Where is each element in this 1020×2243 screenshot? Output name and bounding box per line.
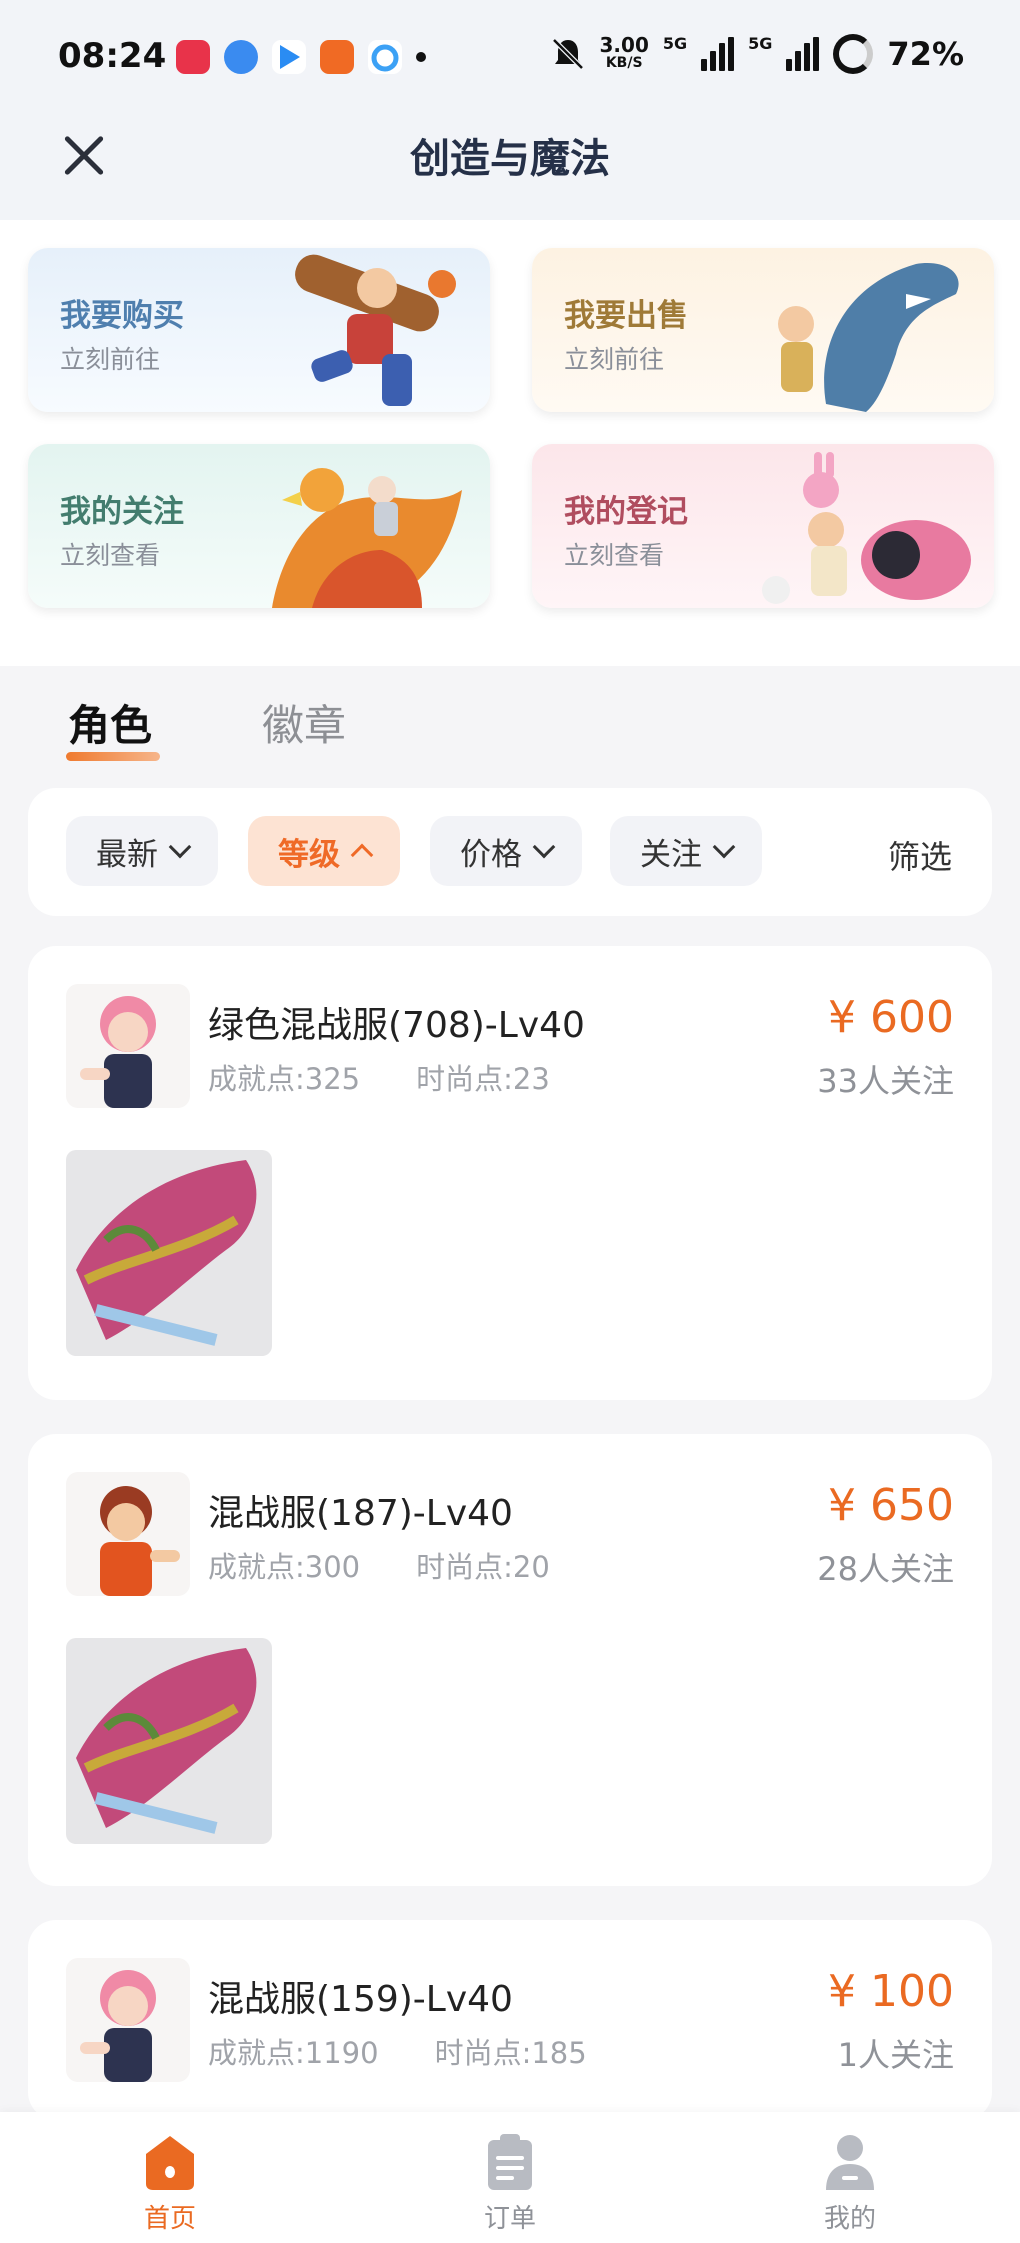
network-type-2: 5G xyxy=(748,34,773,53)
battery-level: 72% xyxy=(887,35,964,73)
net-speed-unit: KB/S xyxy=(605,55,643,71)
fashion-points: 时尚点:20 xyxy=(416,1550,550,1584)
character-avatar xyxy=(66,1958,190,2082)
register-card[interactable]: 我的登记 立刻查看 xyxy=(532,444,994,608)
dragon-badge-thumbnail[interactable] xyxy=(66,1638,272,1844)
sell-card-subtitle: 立刻前往 xyxy=(564,345,665,374)
page-title: 创造与魔法 xyxy=(410,136,610,182)
pets-illustration xyxy=(762,452,971,604)
shark-rider-illustration xyxy=(778,263,959,412)
battery-icon xyxy=(833,34,874,74)
listing-followers: 1人关注 xyxy=(837,2036,954,2074)
taobao-app-icon xyxy=(176,40,210,74)
buy-card[interactable]: 我要购买 立刻前往 xyxy=(28,248,490,412)
app-header: 创造与魔法 xyxy=(0,118,1020,220)
cloud-app-icon xyxy=(368,40,402,74)
filter-button[interactable]: 筛选 xyxy=(888,832,952,878)
status-app-icons xyxy=(176,40,426,74)
active-tab-indicator xyxy=(66,752,160,761)
shortcut-section: 我要购买 立刻前往 我要出售 立刻前往 我的关注 立刻查看 我的登记 立刻查看 xyxy=(0,220,1020,666)
achievement-points: 成就点:300 xyxy=(208,1550,361,1584)
nav-orders[interactable]: 订单 xyxy=(450,2132,570,2235)
status-bar: 08:24 3.00 KB/S 5G 5G 72% xyxy=(0,0,1020,118)
listing-price: ¥ 100 xyxy=(828,1966,954,2017)
signal-icon-2 xyxy=(786,37,820,71)
chevron-up-icon xyxy=(350,843,374,867)
buy-card-title: 我要购买 xyxy=(60,298,184,334)
chevron-down-icon xyxy=(712,835,736,859)
achievement-points: 成就点:325 xyxy=(208,1062,361,1096)
character-avatar xyxy=(66,1472,190,1596)
listing-followers: 33人关注 xyxy=(817,1062,954,1100)
dragon-badge-thumbnail[interactable] xyxy=(66,1150,272,1356)
status-indicators: 3.00 KB/S 5G 5G 72% xyxy=(550,34,964,74)
follow-card[interactable]: 我的关注 立刻查看 xyxy=(28,444,490,608)
listing-card[interactable]: 混战服(187)-Lv40 成就点:300 时尚点:20 ¥ 650 28人关注 xyxy=(28,1434,992,1886)
sort-newest-chip[interactable]: 最新 xyxy=(66,816,218,886)
listing-name: 混战服(159)-Lv40 xyxy=(208,1979,513,2020)
fashion-points: 时尚点:185 xyxy=(434,2036,587,2070)
listing-stats: 成就点:300 时尚点:20 xyxy=(208,1544,550,1586)
category-tabs: 角色 徽章 xyxy=(0,666,1020,786)
user-icon xyxy=(826,2135,874,2190)
status-time: 08:24 xyxy=(58,36,167,76)
mute-bell-icon xyxy=(551,38,584,70)
feather-app-icon xyxy=(224,40,258,74)
nav-orders-label: 订单 xyxy=(483,2204,536,2234)
play-app-icon xyxy=(272,40,306,74)
follow-card-title: 我的关注 xyxy=(60,494,184,530)
listing-card[interactable]: 绿色混战服(708)-Lv40 成就点:325 时尚点:23 ¥ 600 33人关… xyxy=(28,946,992,1400)
home-icon xyxy=(146,2136,194,2190)
listing-card[interactable]: 混战服(159)-Lv40 成就点:1190 时尚点:185 ¥ 100 1人关注 xyxy=(28,1920,992,2120)
sort-level-chip[interactable]: 等级 xyxy=(248,816,400,886)
follow-card-subtitle: 立刻查看 xyxy=(60,541,161,570)
listing-price: ¥ 650 xyxy=(828,1480,954,1531)
clipboard-icon xyxy=(488,2134,532,2190)
tab-role[interactable]: 角色 xyxy=(68,692,152,753)
more-dot-icon xyxy=(416,52,426,62)
chevron-down-icon xyxy=(532,835,556,859)
buy-card-subtitle: 立刻前往 xyxy=(60,345,161,374)
listing-followers: 28人关注 xyxy=(817,1550,954,1588)
sort-level-label: 等级 xyxy=(278,836,340,873)
sort-follow-chip[interactable]: 关注 xyxy=(610,816,762,886)
sort-price-label: 价格 xyxy=(460,836,522,873)
nav-home[interactable]: 首页 xyxy=(110,2132,230,2235)
listing-price: ¥ 600 xyxy=(828,992,954,1043)
grid-app-icon xyxy=(320,40,354,74)
net-speed: 3.00 KB/S xyxy=(599,33,649,72)
lumberjack-illustration xyxy=(295,254,456,406)
nav-home-label: 首页 xyxy=(143,2204,196,2234)
sort-price-chip[interactable]: 价格 xyxy=(430,816,582,886)
signal-icon-1 xyxy=(701,37,735,71)
sort-newest-label: 最新 xyxy=(96,836,158,873)
tab-badge[interactable]: 徽章 xyxy=(262,692,346,753)
fashion-points: 时尚点:23 xyxy=(416,1062,550,1096)
listing-stats: 成就点:325 时尚点:23 xyxy=(208,1056,550,1098)
net-speed-value: 3.00 xyxy=(599,33,649,57)
nav-mine-label: 我的 xyxy=(823,2204,876,2234)
sell-card[interactable]: 我要出售 立刻前往 xyxy=(532,248,994,412)
bottom-nav: 首页 订单 我的 xyxy=(0,2112,1020,2243)
register-card-subtitle: 立刻查看 xyxy=(564,541,665,570)
phoenix-archer-illustration xyxy=(272,468,462,608)
character-avatar xyxy=(66,984,190,1108)
nav-mine[interactable]: 我的 xyxy=(790,2132,910,2235)
achievement-points: 成就点:1190 xyxy=(208,2036,379,2070)
register-card-title: 我的登记 xyxy=(564,494,688,530)
listing-name: 绿色混战服(708)-Lv40 xyxy=(208,1005,585,1046)
sort-follow-label: 关注 xyxy=(640,836,702,873)
chevron-down-icon xyxy=(168,835,192,859)
sell-card-title: 我要出售 xyxy=(564,298,688,334)
listing-name: 混战服(187)-Lv40 xyxy=(208,1493,513,1534)
filter-bar: 最新 等级 价格 关注 筛选 xyxy=(28,788,992,916)
listing-stats: 成就点:1190 时尚点:185 xyxy=(208,2030,587,2072)
network-type-1: 5G xyxy=(662,34,688,53)
